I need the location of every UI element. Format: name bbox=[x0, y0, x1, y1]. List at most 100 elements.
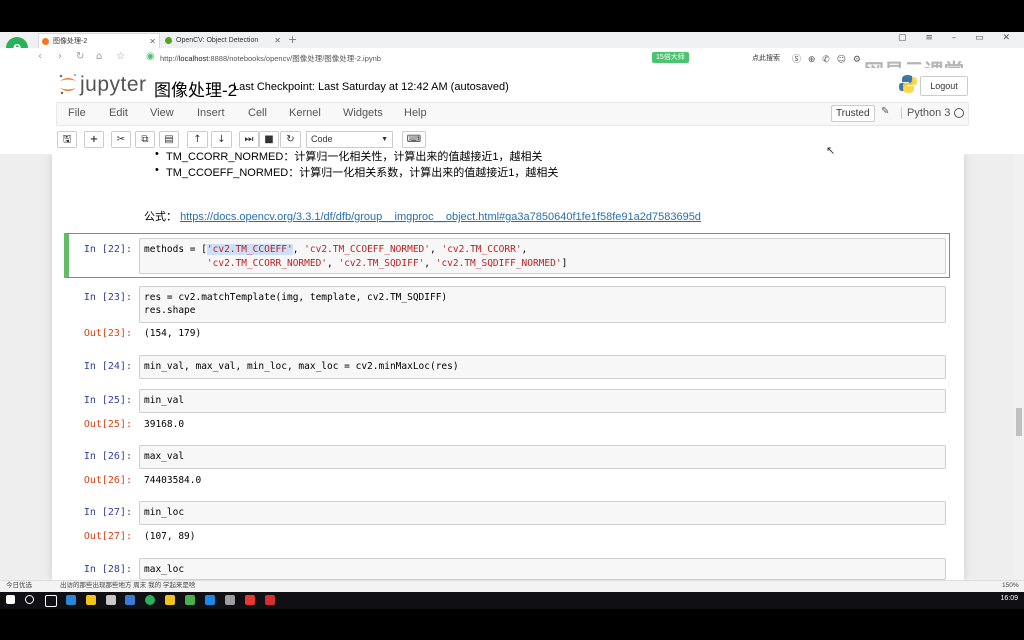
jupyter-logo-icon[interactable] bbox=[58, 73, 78, 95]
input-prompt: In [24]: bbox=[83, 361, 132, 372]
browser-status-bar: 今日优选 出访的那些出现那些地方 周末 我的 学起来是啥 150% bbox=[0, 580, 1024, 592]
code-line: min_val bbox=[144, 395, 185, 406]
formula-line: 公式： https://docs.opencv.org/3.3.1/df/dfb… bbox=[144, 208, 701, 224]
markdown-bullet: TM_CCORR_NORMED：计算归一化相关性，计算出来的值越接近1，越相关 bbox=[155, 148, 542, 164]
status-news[interactable]: 出访的那些出现那些地方 周末 我的 学起来是啥 bbox=[60, 581, 195, 591]
logout-button[interactable]: Logout bbox=[920, 76, 968, 96]
paste-icon[interactable]: ▤ bbox=[159, 131, 179, 148]
menu-insert[interactable]: Insert bbox=[197, 107, 225, 119]
input-prompt: In [23]: bbox=[83, 292, 132, 303]
cell-output: (154, 179) bbox=[144, 328, 202, 339]
app-icon[interactable] bbox=[225, 595, 235, 605]
copy-icon[interactable]: ⧉ bbox=[135, 131, 155, 148]
checkpoint-status: Last Checkpoint: Last Saturday at 12:42 … bbox=[233, 81, 509, 93]
app-icon[interactable] bbox=[185, 595, 195, 605]
keyboard-icon[interactable]: ⌨ bbox=[402, 131, 426, 148]
cell-output: 74403584.0 bbox=[144, 475, 202, 486]
code-input[interactable] bbox=[139, 389, 946, 413]
browser-taskbar-icon[interactable] bbox=[145, 595, 155, 605]
jupyter-favicon-icon bbox=[42, 38, 49, 45]
edge-icon[interactable] bbox=[66, 595, 76, 605]
menu-widgets[interactable]: Widgets bbox=[343, 107, 383, 119]
restart-icon[interactable]: ↻ bbox=[280, 131, 301, 148]
browser-tab-notebook[interactable]: 图像处理-2 ✕ bbox=[38, 33, 160, 48]
save-icon[interactable]: 🖫 bbox=[57, 131, 77, 148]
new-tab-icon[interactable]: + bbox=[288, 33, 297, 46]
output-prompt: Out[27]: bbox=[83, 531, 132, 542]
back-icon[interactable]: ‹ bbox=[38, 51, 42, 62]
trusted-badge[interactable]: Trusted bbox=[831, 105, 875, 122]
taskbar-clock[interactable]: 16:09 bbox=[1000, 595, 1018, 602]
task-view-icon[interactable] bbox=[45, 595, 57, 607]
formula-link[interactable]: https://docs.opencv.org/3.3.1/df/dfb/gro… bbox=[180, 211, 701, 223]
screen: e 图像处理-2 ✕ OpenCV: Object Detection ✕ + … bbox=[0, 0, 1024, 640]
python-logo-icon bbox=[899, 75, 917, 93]
code-line: res = cv2.matchTemplate(img, template, c… bbox=[144, 292, 448, 303]
edit-pencil-icon[interactable]: ✎ bbox=[881, 106, 889, 117]
move-down-icon[interactable]: ↓ bbox=[211, 131, 232, 148]
input-prompt: In [25]: bbox=[83, 395, 132, 406]
url-path: :8888/notebooks/opencv/图像处理/图像处理-2.ipynb bbox=[208, 54, 381, 63]
output-prompt: Out[26]: bbox=[83, 475, 132, 486]
zoom-level[interactable]: 150% bbox=[1002, 581, 1019, 591]
url-field[interactable]: http://localhost:8888/notebooks/opencv/图… bbox=[160, 53, 381, 64]
menu-edit[interactable]: Edit bbox=[109, 107, 128, 119]
move-up-icon[interactable]: ↑ bbox=[187, 131, 208, 148]
close-tab-icon[interactable]: ✕ bbox=[274, 33, 281, 48]
search-shortcut[interactable]: 点此搜索 bbox=[752, 53, 780, 63]
jupyter-logo-text[interactable]: jupyter bbox=[80, 73, 147, 97]
reload-icon[interactable]: ↻ bbox=[76, 51, 84, 62]
window-controls[interactable]: ▢ ≡ – ▭ ✕ bbox=[898, 33, 1018, 43]
code-input[interactable] bbox=[139, 501, 946, 525]
cell-type-select[interactable]: Code ▼ bbox=[306, 131, 393, 148]
top-black-bar bbox=[0, 0, 1024, 32]
code-line: 'cv2.TM_CCORR_NORMED', 'cv2.TM_SQDIFF', … bbox=[206, 258, 568, 269]
browser-tab-opencv[interactable]: OpenCV: Object Detection ✕ bbox=[162, 33, 284, 48]
code-line: methods = ['cv2.TM_CCOEFF', 'cv2.TM_CCOE… bbox=[144, 244, 528, 255]
menu-kernel[interactable]: Kernel bbox=[289, 107, 321, 119]
page-scrollbar[interactable] bbox=[1014, 154, 1024, 580]
stop-icon[interactable]: ■ bbox=[259, 131, 279, 148]
code-input[interactable] bbox=[139, 558, 946, 580]
menu-file[interactable]: File bbox=[68, 107, 86, 119]
cell-type-value: Code bbox=[311, 134, 333, 144]
chevron-down-icon: ▼ bbox=[381, 136, 388, 143]
scrollbar-thumb[interactable] bbox=[1016, 408, 1022, 436]
folder-icon[interactable] bbox=[165, 595, 175, 605]
formula-label: 公式： bbox=[144, 211, 177, 223]
code-line: min_loc bbox=[144, 507, 185, 518]
menu-help[interactable]: Help bbox=[404, 107, 427, 119]
app-icon[interactable] bbox=[205, 595, 215, 605]
close-tab-icon[interactable]: ✕ bbox=[149, 34, 156, 49]
start-icon[interactable] bbox=[6, 595, 15, 604]
code-input[interactable] bbox=[139, 445, 946, 469]
addr-badge[interactable]: 15倍大师 bbox=[652, 52, 689, 63]
search-icon[interactable] bbox=[25, 595, 34, 604]
status-left[interactable]: 今日优选 bbox=[6, 581, 32, 591]
markdown-bullet: TM_CCOEFF_NORMED：计算归一化相关系数，计算出来的值越接近1，越相… bbox=[155, 164, 558, 180]
app-icon[interactable] bbox=[245, 595, 255, 605]
code-line: max_val bbox=[144, 451, 185, 462]
output-prompt: Out[23]: bbox=[83, 328, 132, 339]
run-icon[interactable]: ⏭ bbox=[239, 131, 259, 148]
explorer-icon[interactable] bbox=[86, 595, 96, 605]
app-icon[interactable] bbox=[265, 595, 275, 605]
tab-title: OpenCV: Object Detection bbox=[176, 37, 259, 44]
menu-view[interactable]: View bbox=[150, 107, 174, 119]
tab-title: 图像处理-2 bbox=[53, 38, 88, 45]
insert-cell-icon[interactable]: + bbox=[84, 131, 104, 148]
url-host: localhost bbox=[178, 54, 209, 63]
store-icon[interactable] bbox=[106, 595, 116, 605]
notebook-name[interactable]: 图像处理-2 bbox=[154, 76, 237, 101]
extension-icons[interactable]: Ⓢ ⊕ ✆ ☺ ⚙ bbox=[792, 52, 863, 65]
forward-icon[interactable]: › bbox=[58, 51, 62, 62]
code-line: min_val, max_val, min_loc, max_loc = cv2… bbox=[144, 361, 459, 372]
kernel-name[interactable]: Python 3 bbox=[901, 107, 950, 119]
cell-output: 39168.0 bbox=[144, 419, 185, 430]
menu-cell[interactable]: Cell bbox=[248, 107, 267, 119]
mail-icon[interactable] bbox=[125, 595, 135, 605]
kernel-status-icon bbox=[954, 108, 964, 118]
bookmark-star-icon[interactable]: ☆ bbox=[116, 51, 125, 62]
cut-icon[interactable]: ✂ bbox=[111, 131, 131, 148]
home-icon[interactable]: ⌂ bbox=[96, 51, 102, 62]
